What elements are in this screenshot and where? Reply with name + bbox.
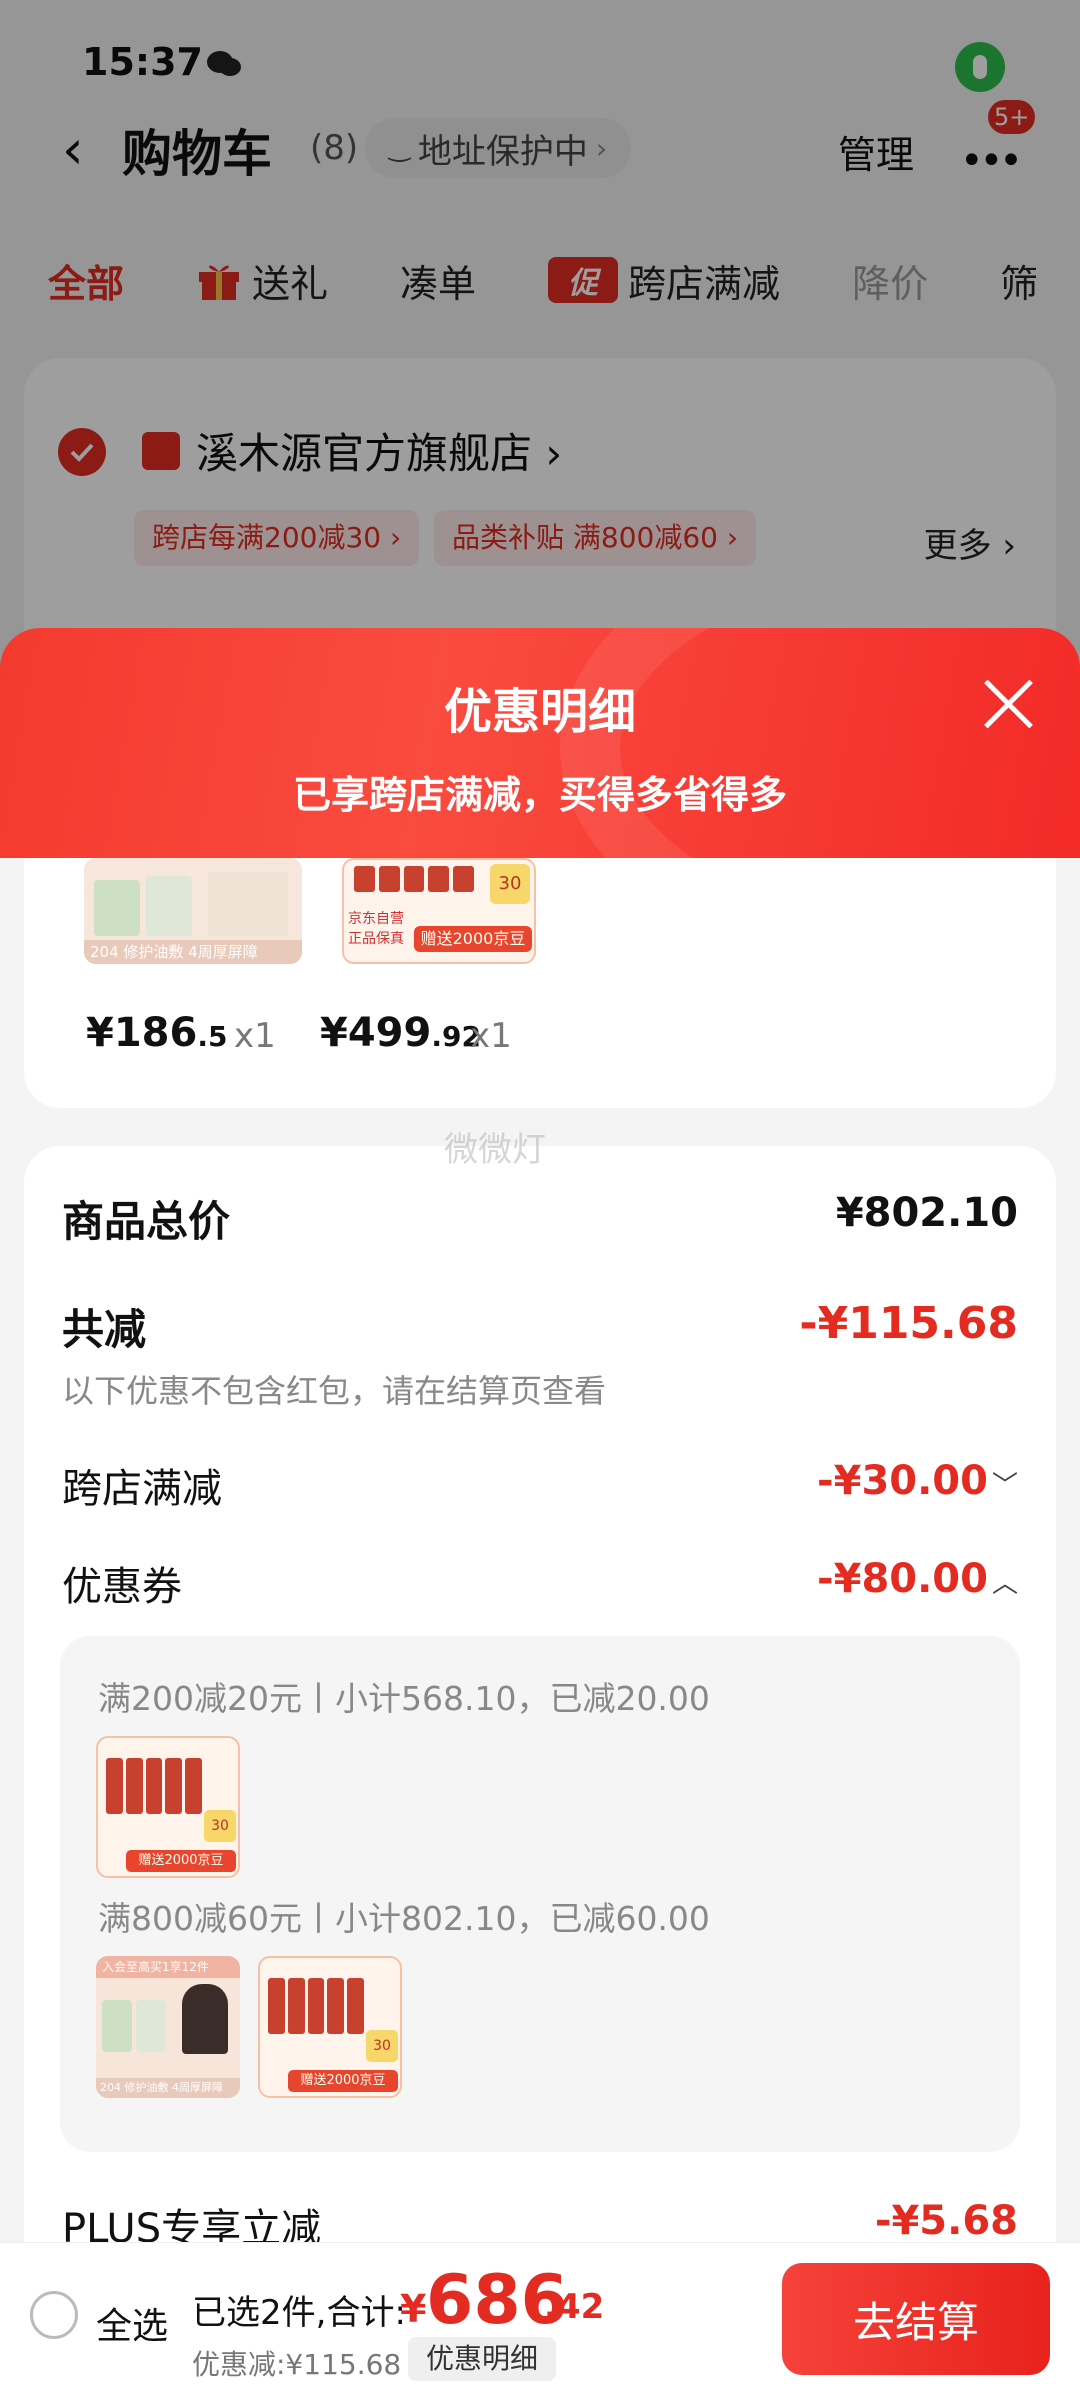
goods-total-value: ¥802.10 xyxy=(835,1190,1018,1236)
coupon-detail-box: 满200减20元丨小计568.10，已减20.00 30 赠送2000京豆 满8… xyxy=(60,1636,1020,2152)
total-currency: ¥ xyxy=(400,2287,427,2331)
product-badge: 30 xyxy=(204,1810,236,1842)
product-thumbnail: 204 修护油敷 4周厚屏障 xyxy=(84,858,302,964)
chevron-down-icon: ﹀ xyxy=(991,1471,1018,1501)
product-thumb-caption: 赠送2000京豆 xyxy=(414,926,532,952)
item-price-main: ¥499 xyxy=(320,1010,432,1056)
watermark: 微微灯 xyxy=(444,1130,546,1170)
product-badge: 30 xyxy=(366,2030,398,2062)
checkout-bar: 全选 已选2件,合计: ¥ 686 .42 优惠减:¥115.68 优惠明细 去… xyxy=(0,2242,1080,2392)
sheet-title: 优惠明细 xyxy=(443,684,636,740)
total-discount-label: 共减 xyxy=(62,1305,147,1354)
checkout-button[interactable]: 去结算 xyxy=(782,2263,1050,2375)
item-price-decimal: .5 xyxy=(197,1020,228,1053)
close-icon[interactable] xyxy=(980,676,1036,732)
coupon-value: -¥80.00 xyxy=(817,1556,988,1602)
discount-detail-button[interactable]: 优惠明细 xyxy=(408,2337,557,2381)
total-decimal: .42 xyxy=(544,2287,605,2327)
product-thumbnail: 30 京东自营 正品保真 赠送2000京豆 xyxy=(342,858,536,964)
product-thumb-caption: 赠送2000京豆 xyxy=(126,1850,236,1872)
product-thumbnail: 30 赠送2000京豆 xyxy=(258,1956,402,2098)
sheet-subtitle: 已享跨店满减，买得多省得多 xyxy=(292,773,787,817)
discount-sheet-body: 204 修护油敷 4周厚屏障 30 京东自营 正品保真 赠送2000京豆 ¥18… xyxy=(0,858,1080,2392)
product-thumbnail: 30 赠送2000京豆 xyxy=(96,1736,240,1878)
product-thumb-tag: 京东自营 正品保真 xyxy=(348,911,404,947)
product-thumb-banner: 入会至高买1享12件 xyxy=(96,1956,240,1978)
item-quantity: x1 xyxy=(470,1016,512,1056)
cross-store-discount-value: -¥30.00 xyxy=(817,1458,988,1504)
total-discount-value: -¥115.68 xyxy=(799,1298,1018,1349)
item-price: ¥499.92 xyxy=(320,1010,481,1056)
chevron-up-icon: ︿ xyxy=(991,1569,1018,1599)
selected-items-card: 204 修护油敷 4周厚屏障 30 京东自营 正品保真 赠送2000京豆 ¥18… xyxy=(24,858,1056,1108)
item-price: ¥186.5 xyxy=(86,1010,227,1056)
discount-summary: 优惠减:¥115.68 xyxy=(192,2348,402,2381)
discount-detail-card: 商品总价 ¥802.10 共减 -¥115.68 以下优惠不包含红包，请在结算页… xyxy=(24,1146,1056,2392)
selected-count-label: 已选2件,合计: xyxy=(192,2293,406,2333)
cross-store-discount-row[interactable]: -¥30.00 ﹀ xyxy=(817,1458,1018,1504)
discount-sheet-header: 优惠明细 已享跨店满减，买得多省得多 xyxy=(0,628,1080,858)
select-all-label[interactable]: 全选 xyxy=(96,2297,168,2349)
product-badge: 30 xyxy=(490,864,530,904)
coupon-label: 优惠券 xyxy=(62,1564,182,1610)
coupon-line: 满200减20元丨小计568.10，已减20.00 xyxy=(98,1679,710,1718)
plus-discount-value: -¥5.68 xyxy=(874,2198,1018,2244)
coupon-line: 满800减60元丨小计802.10，已减60.00 xyxy=(98,1899,710,1938)
select-all-radio[interactable] xyxy=(30,2291,78,2339)
item-price-main: ¥186 xyxy=(86,1010,198,1056)
item-quantity: x1 xyxy=(234,1016,276,1056)
product-thumb-caption: 204 修护油敷 4周厚屏障 xyxy=(96,2078,240,2098)
product-thumb-caption: 赠送2000京豆 xyxy=(288,2070,398,2092)
cross-store-discount-label: 跨店满减 xyxy=(62,1466,222,1512)
product-thumbnail: 入会至高买1享12件 204 修护油敷 4周厚屏障 xyxy=(96,1956,240,2098)
coupon-row[interactable]: -¥80.00 ︿ xyxy=(817,1556,1018,1602)
product-thumb-caption: 204 修护油敷 4周厚屏障 xyxy=(84,940,302,964)
discount-note: 以下优惠不包含红包，请在结算页查看 xyxy=(62,1372,607,1410)
goods-total-label: 商品总价 xyxy=(62,1197,231,1246)
